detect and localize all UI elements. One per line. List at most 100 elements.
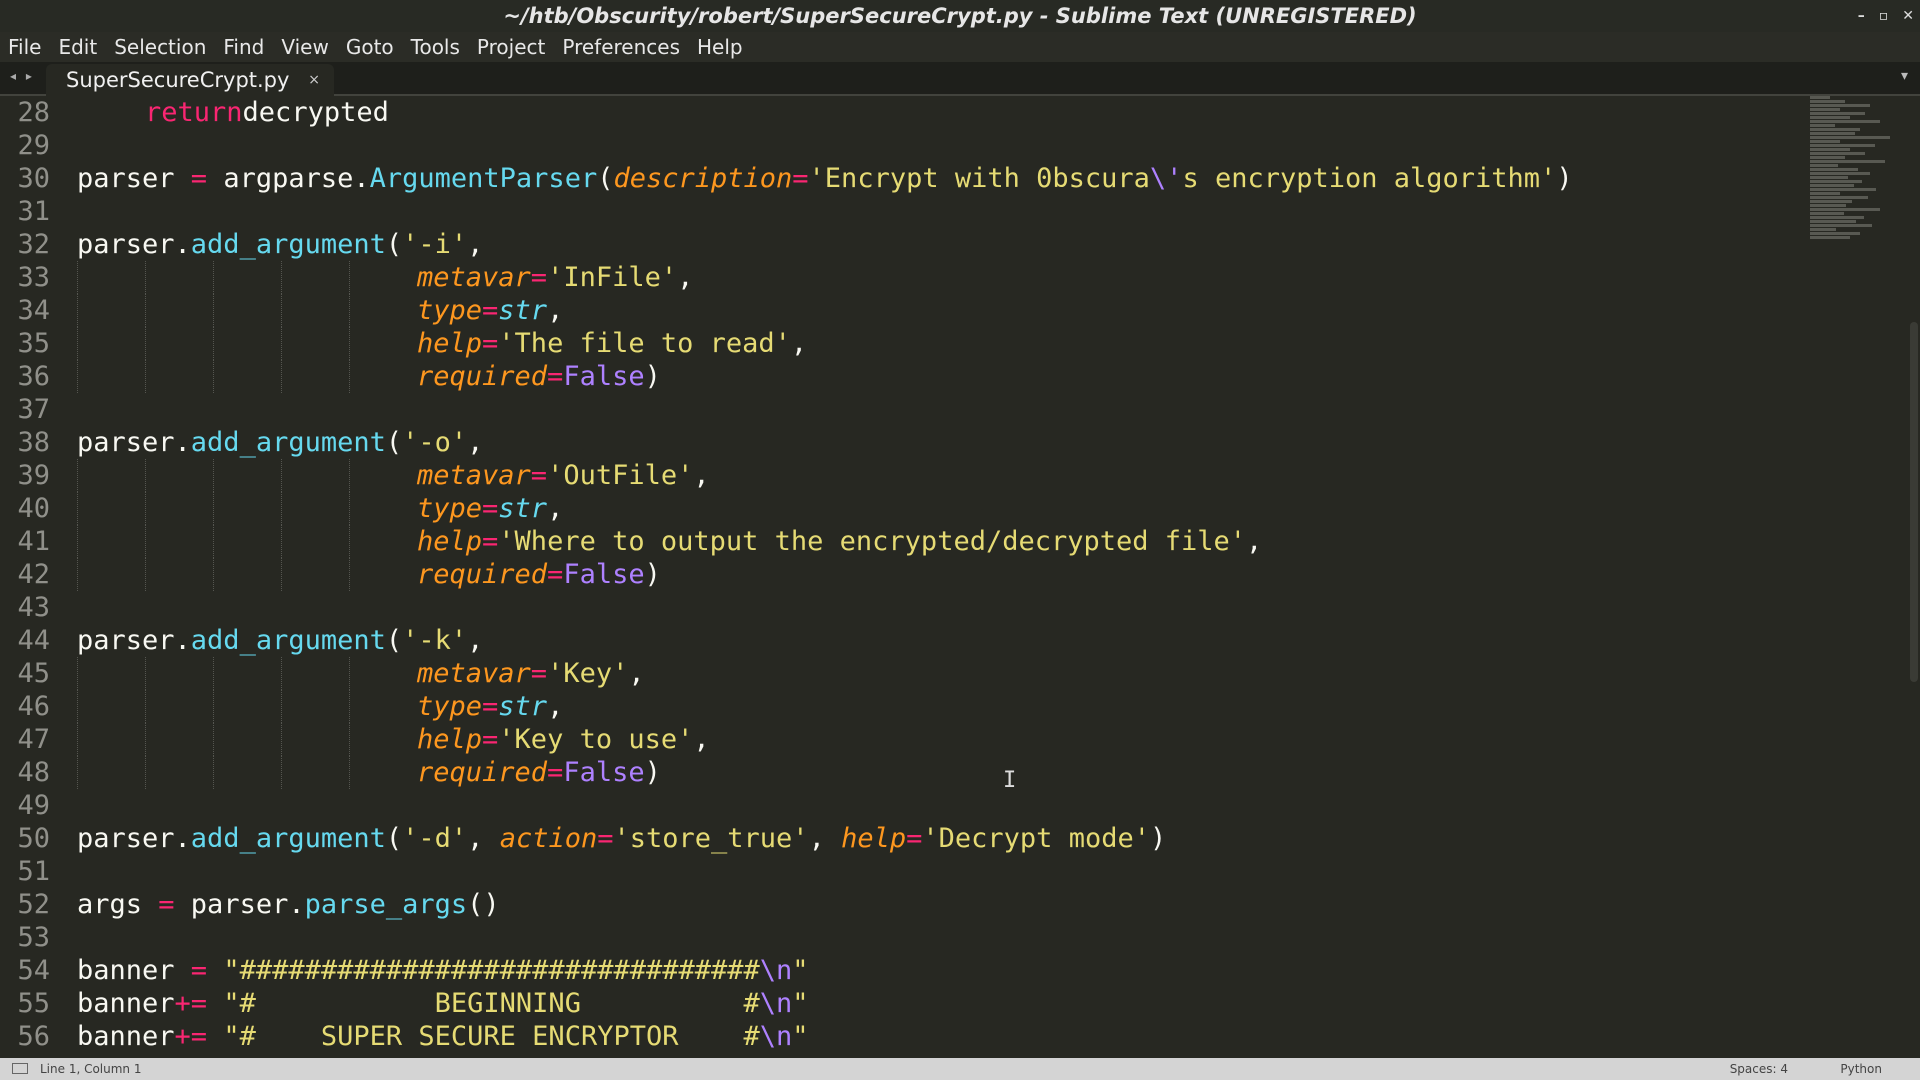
vertical-scrollbar[interactable]	[1910, 322, 1918, 682]
indent-guide	[145, 459, 146, 492]
code-line[interactable]	[77, 393, 1795, 426]
code-line[interactable]: help='The file to read',	[77, 327, 1795, 360]
indent-guide	[145, 723, 146, 756]
line-number: 41	[17, 526, 50, 557]
close-icon[interactable]: ✕	[1902, 0, 1914, 32]
minimap-line	[1810, 128, 1860, 131]
line-number: 37	[17, 394, 50, 425]
code-line[interactable]: type=str,	[77, 294, 1795, 327]
code-token: ,	[547, 691, 564, 722]
code-token: =	[530, 460, 548, 491]
maximize-icon[interactable]: ▫	[1879, 0, 1889, 32]
code-line[interactable]	[77, 789, 1795, 822]
indent-guide	[213, 327, 214, 360]
code-editor[interactable]: 28 29 30 31 32 33 34 35 36 37 38 39 40 41 42 43 44 45 46 47…	[0, 96, 1920, 1058]
code-line[interactable]: parser.add_argument('-o',	[77, 426, 1795, 459]
code-line[interactable]	[77, 921, 1795, 954]
code-line[interactable]: banner+= "# BEGINNING #\n"	[77, 987, 1795, 1020]
code-line[interactable]: required=False)	[77, 360, 1795, 393]
minimize-icon[interactable]: –	[1858, 0, 1865, 32]
menu-edit[interactable]: Edit	[58, 32, 97, 62]
menu-view[interactable]: View	[281, 32, 328, 62]
code-line[interactable]: banner+= "# SUPER SECURE ENCRYPTOR #\n"	[77, 1020, 1795, 1053]
code-token: argparse.	[207, 163, 370, 194]
code-token: str	[498, 295, 548, 326]
menu-preferences[interactable]: Preferences	[562, 32, 680, 62]
indent-guide	[349, 327, 350, 360]
indent-guide	[213, 558, 214, 591]
panel-toggle-icon[interactable]	[12, 1063, 28, 1074]
code-token: ,	[1246, 526, 1263, 557]
code-token: help	[841, 823, 907, 854]
syntax-selector[interactable]: Python	[1840, 1058, 1882, 1080]
code-token: "	[792, 988, 809, 1019]
code-token: s encryption algorithm'	[1182, 163, 1557, 194]
menu-project[interactable]: Project	[477, 32, 545, 62]
indent-guide	[145, 657, 146, 690]
code-line[interactable]: help='Key to use',	[77, 723, 1795, 756]
indent-guide	[145, 558, 146, 591]
code-line[interactable]: returndecrypted	[77, 96, 1795, 129]
code-line[interactable]: metavar='Key',	[77, 657, 1795, 690]
menu-tools[interactable]: Tools	[411, 32, 460, 62]
indent-guide	[349, 723, 350, 756]
code-token: '-k'	[402, 625, 468, 656]
minimap[interactable]	[1810, 96, 1910, 266]
menu-selection[interactable]: Selection	[114, 32, 206, 62]
indent-guide	[213, 492, 214, 525]
code-area[interactable]: returndecrypted parser = argparse.Argumen…	[77, 96, 1795, 1053]
code-token: description	[613, 163, 793, 194]
minimap-line	[1810, 120, 1880, 123]
menu-file[interactable]: File	[8, 32, 41, 62]
code-token: "# BEGINNING #	[223, 988, 760, 1019]
indent-guide	[213, 261, 214, 294]
tab-supersecurecrypt[interactable]: SuperSecureCrypt.py ×	[46, 64, 334, 96]
code-line[interactable]	[77, 129, 1795, 162]
code-token: required	[417, 757, 548, 788]
tab-dropdown-icon[interactable]: ▾	[1901, 68, 1908, 84]
code-line[interactable]: parser.add_argument('-k',	[77, 624, 1795, 657]
code-line[interactable]: type=str,	[77, 690, 1795, 723]
code-token: metavar	[417, 658, 531, 689]
line-number: 51	[17, 856, 50, 887]
menu-goto[interactable]: Goto	[346, 32, 394, 62]
code-line[interactable]: metavar='InFile',	[77, 261, 1795, 294]
tab-close-icon[interactable]: ×	[308, 64, 320, 96]
code-line[interactable]: help='Where to output the encrypted/decr…	[77, 525, 1795, 558]
code-line[interactable]	[77, 195, 1795, 228]
code-line[interactable]: required=False)	[77, 558, 1795, 591]
menu-help[interactable]: Help	[697, 32, 743, 62]
line-number: 47	[17, 724, 50, 755]
code-line[interactable]: metavar='OutFile',	[77, 459, 1795, 492]
code-token: add_argument	[190, 625, 386, 656]
code-line[interactable]: parser.add_argument('-d', action='store_…	[77, 822, 1795, 855]
code-line[interactable]: type=str,	[77, 492, 1795, 525]
indent-guide	[349, 492, 350, 525]
code-token: =	[792, 163, 809, 194]
code-line[interactable]	[77, 591, 1795, 624]
code-line[interactable]: parser = argparse.ArgumentParser(descrip…	[77, 162, 1795, 195]
code-line[interactable]: parser.add_argument('-i',	[77, 228, 1795, 261]
code-line[interactable]: required=False)	[77, 756, 1795, 789]
cursor-position[interactable]: Line 1, Column 1	[40, 1058, 142, 1080]
tab-nav-arrows-icon[interactable]: ◂ ▸	[10, 69, 35, 83]
indent-guide	[145, 261, 146, 294]
menu-find[interactable]: Find	[223, 32, 264, 62]
code-token: add_argument	[190, 427, 386, 458]
line-number: 36	[17, 361, 50, 392]
line-number: 33	[17, 262, 50, 293]
code-line[interactable]: banner = "##############################…	[77, 954, 1795, 987]
code-line[interactable]	[77, 855, 1795, 888]
indent-guide	[281, 690, 282, 723]
code-token: metavar	[417, 460, 531, 491]
code-token: False	[563, 361, 645, 392]
code-token: 'Decrypt mode'	[922, 823, 1150, 854]
indentation-setting[interactable]: Spaces: 4	[1730, 1058, 1788, 1080]
line-number: 56	[17, 1021, 50, 1052]
minimap-line	[1810, 196, 1868, 199]
indent-guide	[281, 459, 282, 492]
indent-guide	[281, 294, 282, 327]
code-line[interactable]: args = parser.parse_args()	[77, 888, 1795, 921]
